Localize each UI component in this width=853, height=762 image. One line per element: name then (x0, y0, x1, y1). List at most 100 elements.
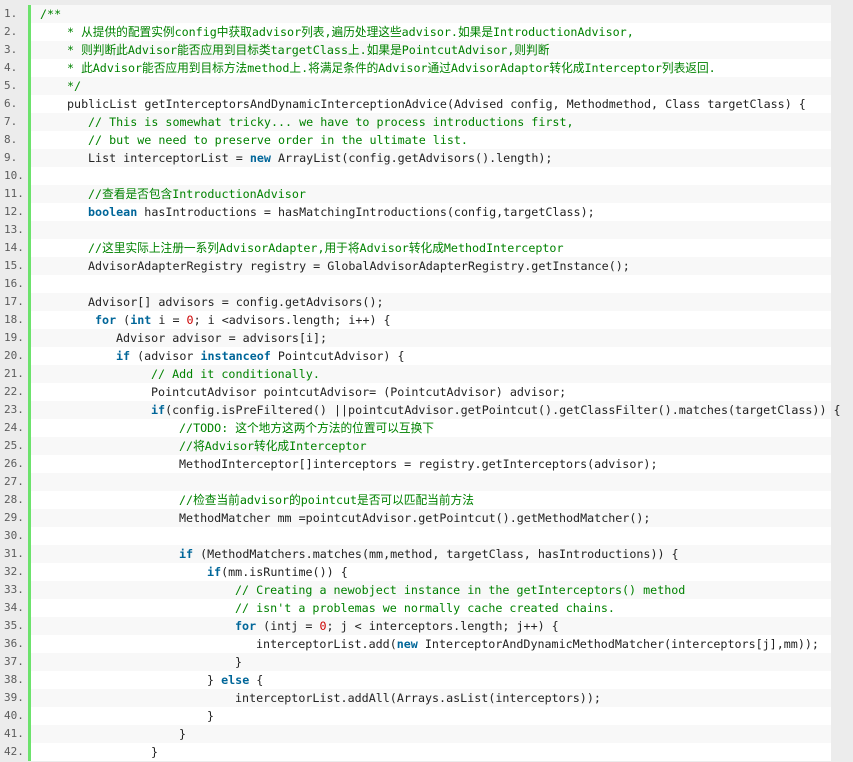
line-number: 10. (0, 167, 28, 185)
line-number: 29. (0, 509, 28, 527)
code-text: // but we need to preserve order in the … (88, 131, 468, 149)
code-line: 30. (0, 527, 831, 545)
code-text: */ (67, 77, 81, 95)
code-keyword: if (116, 349, 131, 363)
line-number: 28. (0, 491, 28, 509)
code-text: for (intj = 0; j < interceptors.length; … (235, 617, 559, 635)
gutter-border (28, 419, 31, 437)
code-text: // This is somewhat tricky... we have to… (88, 113, 574, 131)
line-number: 27. (0, 473, 28, 491)
code-text: * 此Advisor能否应用到目标方法method上.将满足条件的Advisor… (67, 59, 716, 77)
code-token: AdvisorAdapterRegistry registry = Global… (88, 259, 630, 273)
gutter-border (28, 671, 31, 689)
code-token: ( (116, 313, 131, 327)
code-text: /** (40, 5, 61, 23)
gutter-border (28, 257, 31, 275)
code-line: 42.} (0, 743, 831, 761)
code-line: 35. for (intj = 0; j < interceptors.lengt… (0, 617, 831, 635)
line-number: 31. (0, 545, 28, 563)
code-line: 6. publicList getInterceptorsAndDynamicIn… (0, 95, 831, 113)
code-token: i = (151, 313, 187, 327)
code-token: MethodMatcher mm =pointcutAdvisor.getPoi… (179, 511, 651, 525)
gutter-border (28, 491, 31, 509)
gutter-border (28, 77, 31, 95)
code-comment: // but we need to preserve order in the … (88, 133, 468, 147)
gutter-border (28, 581, 31, 599)
code-comment: * 此Advisor能否应用到目标方法method上.将满足条件的Advisor… (67, 61, 716, 75)
code-line: 26. MethodInterceptor[]interceptors = reg… (0, 455, 831, 473)
gutter-border (28, 365, 31, 383)
code-line: 39. interceptorList.addAll(Arrays.asList(… (0, 689, 831, 707)
code-comment: */ (67, 79, 82, 93)
line-number: 20. (0, 347, 28, 365)
code-token: publicList getInterceptorsAndDynamicInte… (67, 97, 806, 111)
code-line: 20. if (advisor instanceof PointcutAdviso… (0, 347, 831, 365)
code-keyword: boolean (88, 205, 138, 219)
code-token: { (249, 673, 264, 687)
code-token: interceptorList.addAll(Arrays.asList(int… (235, 691, 601, 705)
code-line: 19. Advisor advisor = advisors[i]; (0, 329, 831, 347)
gutter-border (28, 725, 31, 743)
gutter-border (28, 347, 31, 365)
code-comment: //TODO: 这个地方这两个方法的位置可以互换下 (179, 421, 434, 435)
code-number: 0 (319, 619, 327, 633)
code-comment: // This is somewhat tricky... we have to… (88, 115, 574, 129)
line-number: 9. (0, 149, 28, 167)
code-text: AdvisorAdapterRegistry registry = Global… (88, 257, 630, 275)
line-number: 21. (0, 365, 28, 383)
line-number: 14. (0, 239, 28, 257)
code-line: 17. Advisor[] advisors = config.getAdviso… (0, 293, 831, 311)
code-text: MethodInterceptor[]interceptors = regist… (179, 455, 657, 473)
code-listing: 1. /** 2. * 从提供的配置实例config中获取advisor列表,遍历处理… (0, 5, 841, 761)
code-token: List interceptorList = (88, 151, 250, 165)
line-number: 16. (0, 275, 28, 293)
line-number: 33. (0, 581, 28, 599)
code-text: if (MethodMatchers.matches(mm,method, ta… (179, 545, 679, 563)
code-text: } (235, 653, 242, 671)
gutter-border (28, 455, 31, 473)
gutter-border (28, 203, 31, 221)
line-number: 11. (0, 185, 28, 203)
code-keyword: for (235, 619, 257, 633)
code-line: 11. //查看是否包含IntroductionAdvisor (0, 185, 831, 203)
code-line: 36. interceptorList.add(new InterceptorAn… (0, 635, 831, 653)
line-number: 18. (0, 311, 28, 329)
code-token: Advisor[] advisors = config.getAdvisors(… (88, 295, 384, 309)
code-text: //检查当前advisor的pointcut是否可以匹配当前方法 (179, 491, 474, 509)
code-line: 12. boolean hasIntroductions = hasMatchin… (0, 203, 831, 221)
code-line: 21. // Add it conditionally. (0, 365, 831, 383)
gutter-border (28, 5, 31, 23)
line-number: 35. (0, 617, 28, 635)
code-token: (intj = (256, 619, 320, 633)
line-number: 24. (0, 419, 28, 437)
code-text: for (int i = 0; i <advisors.length; i++)… (95, 311, 391, 329)
line-number: 15. (0, 257, 28, 275)
code-token: (config.isPreFiltered() ||pointcutAdviso… (165, 403, 841, 417)
gutter-border (28, 401, 31, 419)
code-keyword: new (249, 151, 271, 165)
code-token: } (235, 655, 243, 669)
gutter-border (28, 527, 31, 545)
code-token: } (179, 727, 187, 741)
code-text: //TODO: 这个地方这两个方法的位置可以互换下 (179, 419, 434, 437)
gutter-border (28, 329, 31, 347)
code-token: PointcutAdvisor pointcutAdvisor= (Pointc… (151, 385, 567, 399)
code-line: 7. // This is somewhat tricky... we have … (0, 113, 831, 131)
gutter-border (28, 239, 31, 257)
code-text: if(mm.isRuntime()) { (207, 563, 348, 581)
code-line: 38.} else { (0, 671, 831, 689)
code-line: 15. AdvisorAdapterRegistry registry = Glo… (0, 257, 831, 275)
gutter-border (28, 131, 31, 149)
line-number: 40. (0, 707, 28, 725)
code-token: InterceptorAndDynamicMethodMatcher(inter… (417, 637, 819, 651)
code-comment: // Creating a newobject instance in the … (235, 583, 686, 597)
code-line: 32. if(mm.isRuntime()) { (0, 563, 831, 581)
gutter-border (28, 23, 31, 41)
code-text: * 从提供的配置实例config中获取advisor列表,遍历处理这些advis… (67, 23, 634, 41)
code-text: * 则判断此Advisor能否应用到目标类targetClass上.如果是Poi… (67, 41, 549, 59)
line-number: 41. (0, 725, 28, 743)
code-keyword: for (95, 313, 117, 327)
code-token: ; i <advisors.length; i++) { (193, 313, 391, 327)
line-number: 5. (0, 77, 28, 95)
line-number: 6. (0, 95, 28, 113)
